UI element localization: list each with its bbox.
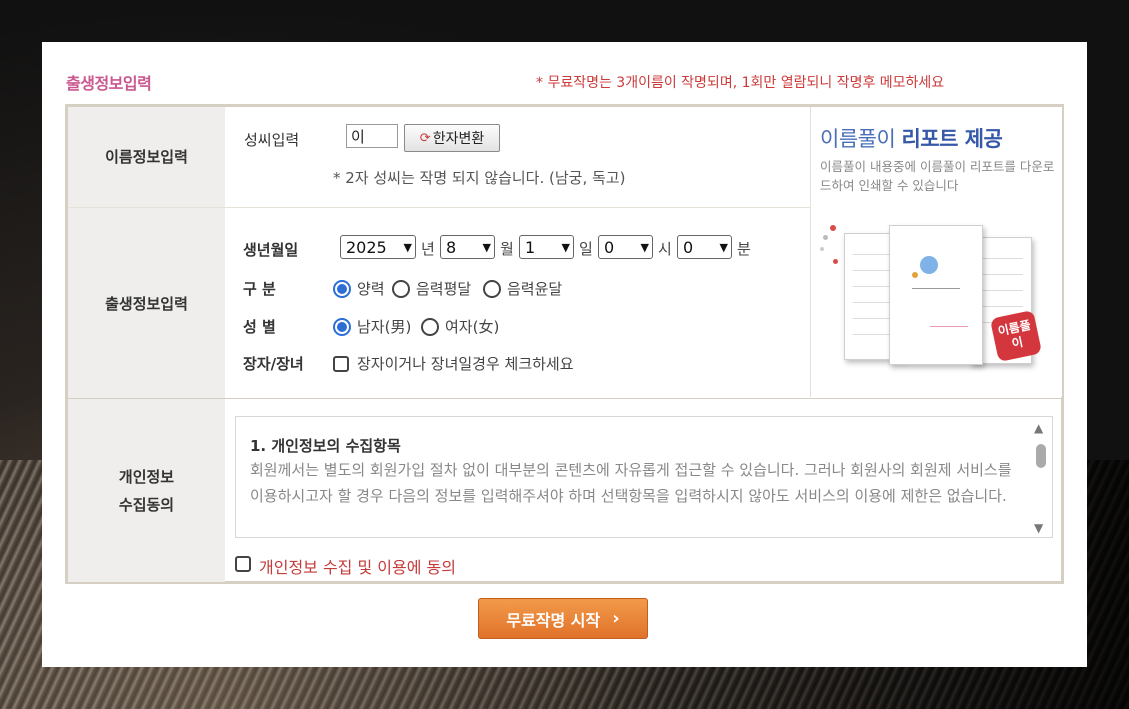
scroll-thumb[interactable] — [1036, 444, 1046, 468]
promo-title-plain: 이름풀이 — [820, 127, 902, 151]
day-select[interactable]: 1 ▼ — [519, 235, 574, 259]
privacy-agree-label: 개인정보 수집 및 이용에 동의 — [259, 558, 456, 577]
year-select[interactable]: 2025 ▼ — [340, 235, 416, 259]
report-promo: 이름풀이 리포트 제공 이름풀이 내용중에 이름풀이 리포트를 다운로드하여 인… — [810, 107, 1062, 397]
privacy-label-line1: 개인정보 — [118, 467, 175, 486]
refresh-icon: ⟳ — [419, 130, 431, 146]
radio-male[interactable] — [333, 318, 351, 336]
free-naming-notice: * 무료작명는 3개이름이 작명되며, 1회만 열람되니 작명후 메모하세요 — [536, 75, 945, 91]
birth-date-label: 생년월일 — [243, 241, 299, 259]
privacy-row: 개인정보 수집동의 1. 개인정보의 수집항목 회원께서는 별도의 회원가입 절… — [68, 398, 1061, 582]
start-button-label: 무료작명 시작 — [506, 610, 601, 630]
decor-dot — [820, 247, 824, 251]
surname-input[interactable] — [346, 124, 398, 148]
radio-lunar-leap[interactable] — [483, 280, 501, 298]
eldest-checkbox-label: 장자이거나 장녀일경우 체크하세요 — [357, 355, 574, 373]
promo-title: 이름풀이 리포트 제공 — [820, 123, 1003, 153]
radio-lunar-leap-label: 음력윤달 — [507, 280, 563, 298]
minute-value: 0 — [683, 237, 694, 257]
radio-female-label: 여자(女) — [445, 318, 500, 336]
radio-solar-label: 양력 — [357, 280, 385, 298]
start-free-naming-button[interactable]: 무료작명 시작 › — [478, 598, 648, 639]
calendar-type-label: 구 분 — [243, 280, 276, 298]
privacy-label-line2: 수집동의 — [118, 495, 175, 514]
day-unit: 일 — [579, 240, 593, 258]
section-title: 출생정보입력 — [66, 74, 152, 93]
hour-select[interactable]: 0 ▼ — [598, 235, 653, 259]
month-unit: 월 — [500, 240, 514, 258]
minute-unit: 분 — [737, 240, 751, 258]
decor-dot — [833, 259, 838, 264]
year-value: 2025 — [346, 237, 387, 257]
year-unit: 년 — [421, 240, 435, 258]
form-frame: 이름정보입력 성씨입력 ⟳ 한자변환 * 2자 성씨는 작명 되지 않습니다. … — [65, 104, 1064, 584]
report-cover — [889, 225, 983, 365]
minute-select[interactable]: 0 ▼ — [677, 235, 732, 259]
chevron-down-icon: ▼ — [403, 240, 412, 254]
hour-value: 0 — [604, 237, 615, 257]
decor-dot — [823, 235, 828, 240]
surname-note: * 2자 성씨는 작명 되지 않습니다. (남궁, 독고) — [333, 169, 626, 187]
radio-solar[interactable] — [333, 280, 351, 298]
surname-label: 성씨입력 — [244, 131, 300, 149]
promo-title-bold: 리포트 제공 — [901, 127, 1003, 151]
radio-female[interactable] — [421, 318, 439, 336]
name-info-label: 이름정보입력 — [68, 107, 225, 207]
birth-info-label: 출생정보입력 — [68, 208, 225, 399]
radio-male-label: 남자(男) — [357, 318, 412, 336]
month-select[interactable]: 8 ▼ — [440, 235, 495, 259]
privacy-scrollbar[interactable]: ▲ ▼ — [1030, 417, 1052, 537]
naming-form-panel: 출생정보입력 * 무료작명는 3개이름이 작명되며, 1회만 열람되니 작명후 … — [42, 42, 1087, 667]
promo-description: 이름풀이 내용중에 이름풀이 리포트를 다운로드하여 인쇄할 수 있습니다 — [820, 159, 1055, 193]
chevron-down-icon: ▼ — [561, 240, 570, 254]
decor-dot — [830, 225, 836, 231]
privacy-agree-checkbox[interactable] — [235, 556, 251, 572]
radio-lunar-normal[interactable] — [392, 280, 410, 298]
hanja-convert-button[interactable]: ⟳ 한자변환 — [404, 124, 500, 152]
hour-unit: 시 — [658, 240, 672, 258]
hanja-convert-label: 한자변환 — [432, 131, 485, 147]
eldest-label: 장자/장녀 — [243, 355, 304, 373]
gender-label: 성 별 — [243, 318, 276, 336]
chevron-down-icon: ▼ — [640, 240, 649, 254]
radio-lunar-normal-label: 음력평달 — [416, 280, 472, 298]
chevron-right-icon: › — [612, 608, 620, 629]
privacy-terms-content: 1. 개인정보의 수집항목 회원께서는 별도의 회원가입 절차 없이 대부분의 … — [250, 435, 1026, 509]
chevron-down-icon: ▼ — [482, 240, 491, 254]
month-value: 8 — [446, 237, 457, 257]
scroll-up-icon[interactable]: ▲ — [1034, 421, 1043, 435]
privacy-terms-box[interactable]: 1. 개인정보의 수집항목 회원께서는 별도의 회원가입 절차 없이 대부분의 … — [235, 416, 1053, 538]
eldest-checkbox[interactable] — [333, 356, 349, 372]
privacy-heading: 1. 개인정보의 수집항목 — [250, 437, 401, 455]
privacy-body: 회원께서는 별도의 회원가입 절차 없이 대부분의 콘텐츠에 자유롭게 접근할 … — [250, 461, 1012, 505]
chevron-down-icon: ▼ — [719, 240, 728, 254]
report-logo-shape — [920, 256, 938, 274]
day-value: 1 — [525, 237, 536, 257]
scroll-down-icon[interactable]: ▼ — [1034, 521, 1043, 535]
report-badge: 이름풀이 — [989, 309, 1043, 363]
privacy-label: 개인정보 수집동의 — [68, 399, 225, 582]
